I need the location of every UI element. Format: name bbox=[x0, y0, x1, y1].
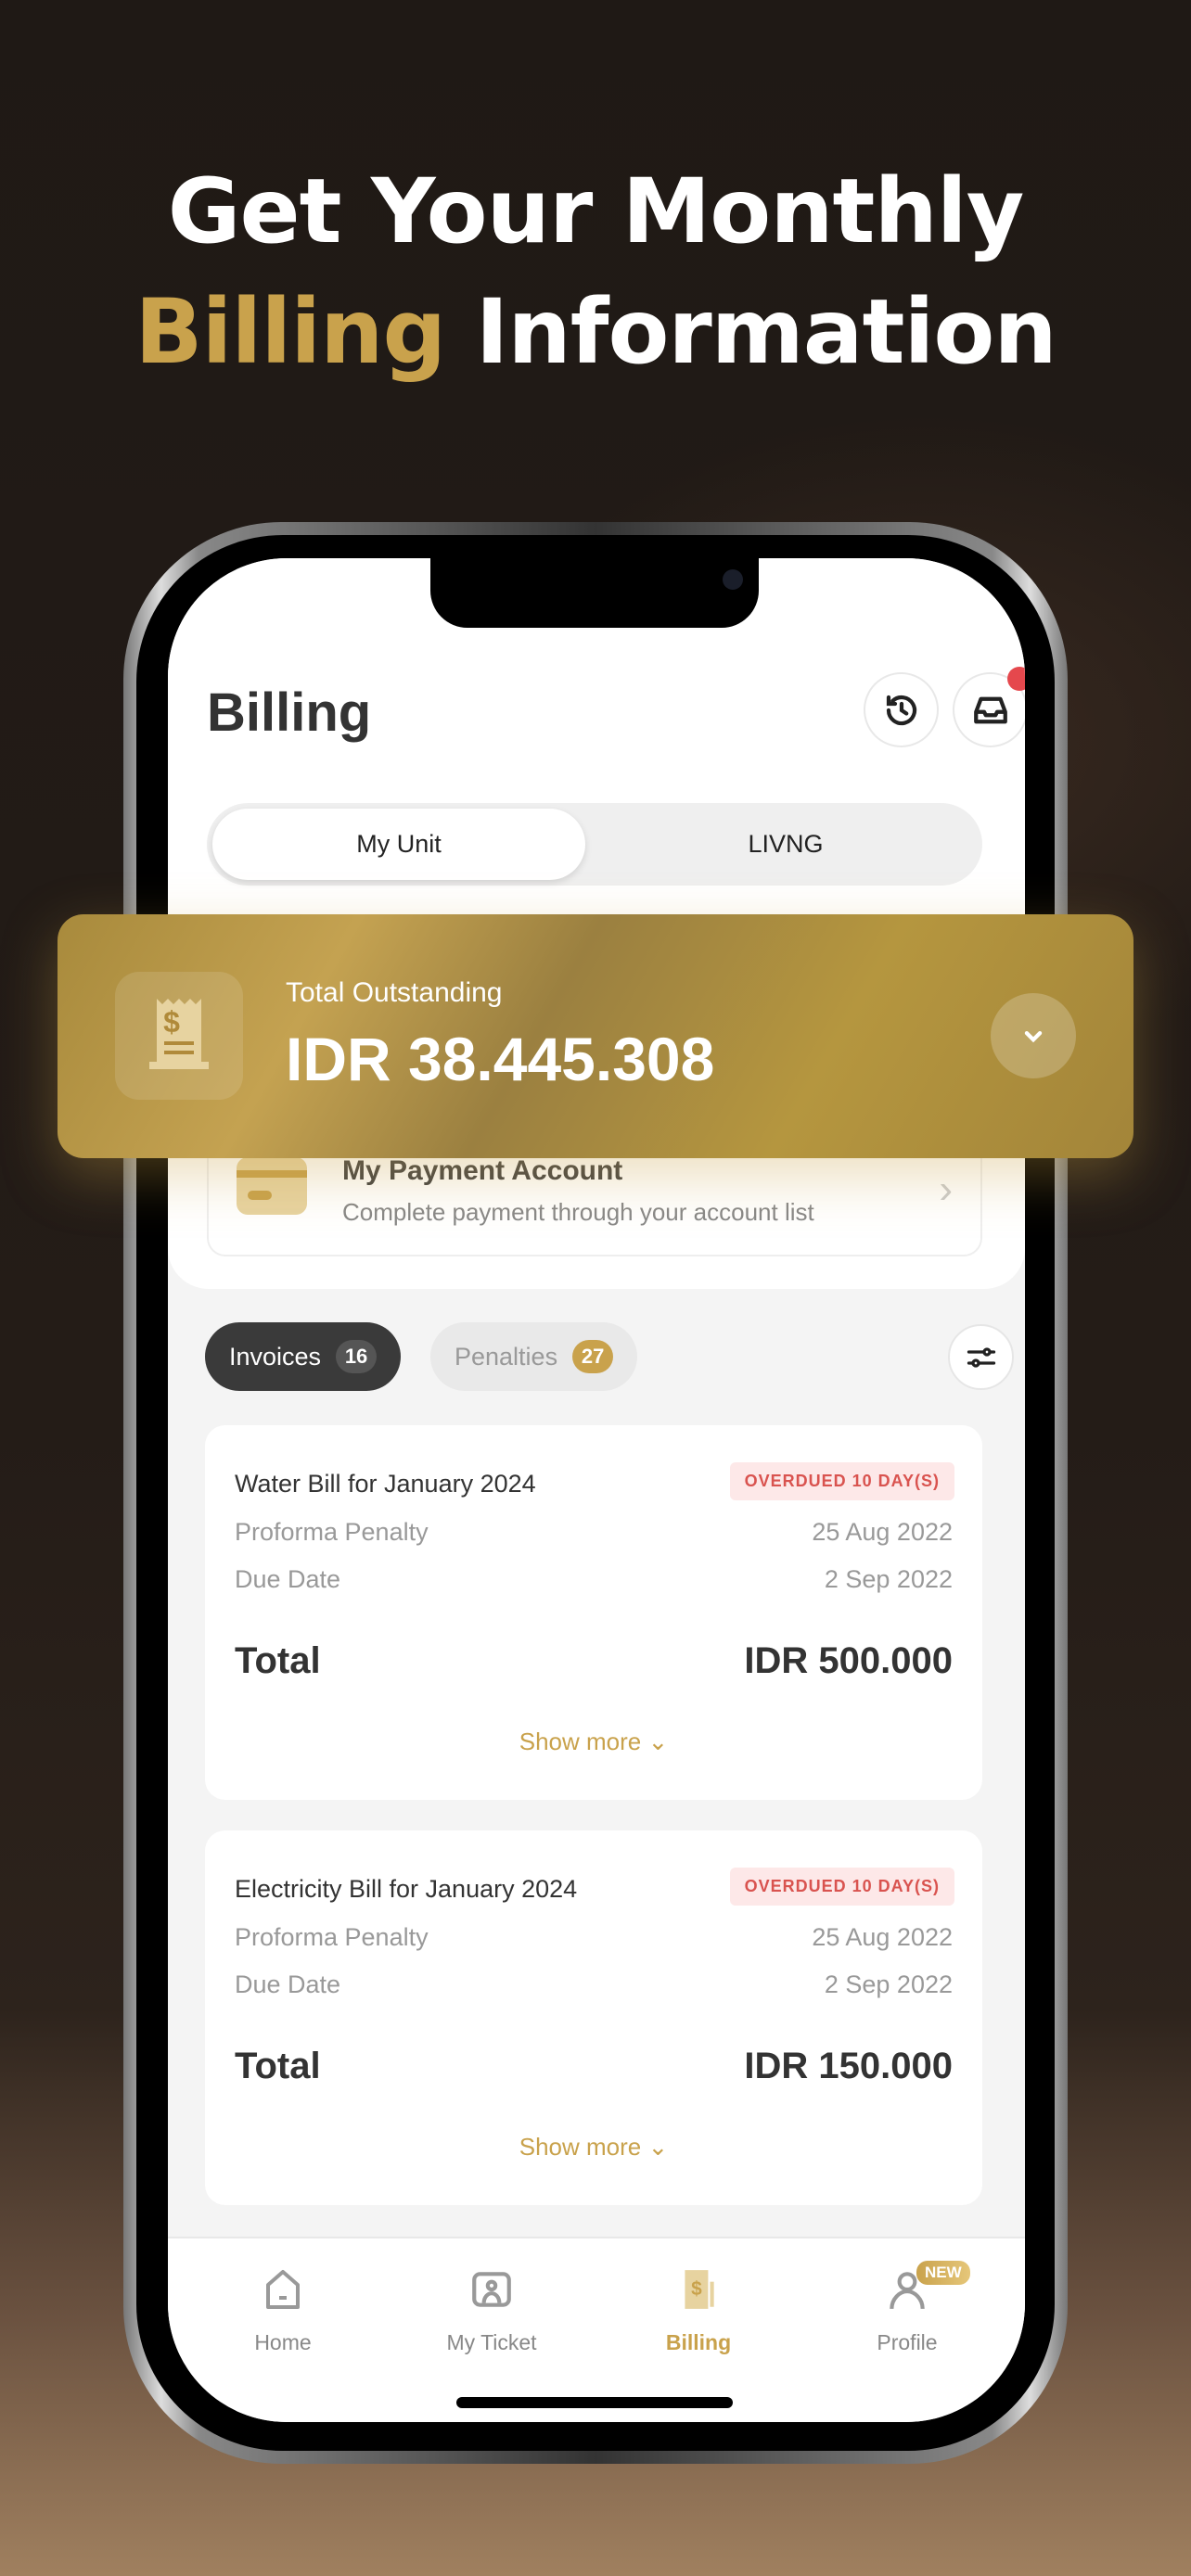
payment-account-subtitle: Complete payment through your account li… bbox=[342, 1198, 814, 1226]
ticket-icon bbox=[472, 2272, 511, 2307]
status-time: 10:00 bbox=[261, 595, 332, 626]
tab-label: Home bbox=[254, 2330, 312, 2354]
show-more-button[interactable]: Show more ⌄ bbox=[205, 1728, 982, 1756]
receipt-icon: $ bbox=[115, 972, 243, 1100]
chevron-right-icon: › bbox=[939, 1167, 953, 1212]
phone-screen: 10:00 Billing My Unit LIVNG My Payment A… bbox=[168, 558, 1025, 2422]
tab-livng[interactable]: LIVNG bbox=[595, 809, 977, 880]
billing-icon: $ bbox=[685, 2270, 714, 2309]
chip-label: Invoices bbox=[229, 1342, 322, 1371]
row-label: Due Date bbox=[235, 1565, 341, 1593]
total-label: Total bbox=[235, 2046, 321, 2086]
headline-accent: Billing bbox=[134, 280, 446, 384]
invoice-card[interactable]: Electricity Bill for January 2024 OVERDU… bbox=[205, 1830, 982, 2205]
bottom-tab-bar: Home My Ticket $ Billing NEW Profile bbox=[168, 2237, 1025, 2422]
total-label: Total bbox=[235, 1640, 321, 1681]
expand-button[interactable] bbox=[991, 993, 1076, 1078]
chevron-down-icon bbox=[1024, 1031, 1043, 1043]
tab-my-ticket[interactable]: My Ticket bbox=[399, 2266, 584, 2355]
tab-label: Profile bbox=[877, 2330, 938, 2354]
tab-label: My Ticket bbox=[446, 2330, 537, 2354]
total-amount: IDR 150.000 bbox=[744, 2046, 953, 2086]
inbox-button[interactable] bbox=[953, 667, 1025, 747]
chip-count: 27 bbox=[572, 1340, 614, 1373]
inbox-icon bbox=[973, 696, 1007, 723]
chip-label: Penalties bbox=[455, 1342, 558, 1371]
row-value: 25 Aug 2022 bbox=[812, 1923, 953, 1951]
outstanding-amount: IDR 38.445.308 bbox=[286, 1025, 715, 1093]
overdue-badge: OVERDUED 10 DAY(S) bbox=[729, 1868, 954, 1906]
unit-segmented-control: My Unit LIVNG bbox=[207, 803, 982, 886]
chip-penalties[interactable]: Penalties 27 bbox=[430, 1322, 638, 1391]
tab-home[interactable]: Home bbox=[190, 2266, 376, 2355]
chip-invoices[interactable]: Invoices 16 bbox=[205, 1322, 402, 1391]
payment-account-title: My Payment Account bbox=[342, 1155, 623, 1186]
chevron-down-icon: ⌄ bbox=[647, 2133, 669, 2161]
headline-line2: Billing Information bbox=[0, 280, 1191, 384]
svg-text:$: $ bbox=[691, 2278, 702, 2300]
chip-count: 16 bbox=[336, 1340, 378, 1373]
history-button[interactable] bbox=[864, 672, 939, 747]
outstanding-label: Total Outstanding bbox=[286, 977, 503, 1008]
tab-label: Billing bbox=[665, 2330, 732, 2354]
notch bbox=[430, 558, 759, 628]
card-icon bbox=[237, 1157, 307, 1215]
invoice-title: Electricity Bill for January 2024 bbox=[235, 1875, 578, 1903]
history-icon bbox=[886, 695, 916, 725]
headline-line1: Get Your Monthly bbox=[167, 159, 1025, 263]
total-amount: IDR 500.000 bbox=[744, 1640, 953, 1681]
row-label: Proforma Penalty bbox=[235, 1923, 429, 1951]
tab-profile[interactable]: NEW Profile bbox=[814, 2261, 1000, 2355]
total-outstanding-card[interactable]: $ Total Outstanding IDR 38.445.308 bbox=[58, 914, 1133, 1158]
tab-my-unit[interactable]: My Unit bbox=[212, 809, 585, 880]
overdue-badge: OVERDUED 10 DAY(S) bbox=[729, 1462, 954, 1500]
row-label: Proforma Penalty bbox=[235, 1518, 429, 1546]
svg-text:$: $ bbox=[163, 1005, 180, 1039]
show-more-label: Show more bbox=[519, 2133, 642, 2161]
chevron-down-icon: ⌄ bbox=[647, 1728, 669, 1755]
invoice-title: Water Bill for January 2024 bbox=[235, 1470, 536, 1498]
home-indicator bbox=[456, 2397, 733, 2408]
new-badge: NEW bbox=[916, 2261, 970, 2285]
row-value: 25 Aug 2022 bbox=[812, 1518, 953, 1546]
sliders-icon bbox=[967, 1346, 995, 1368]
headline-rest: Information bbox=[445, 280, 1057, 384]
filter-button[interactable] bbox=[948, 1324, 1014, 1390]
page-title: Billing bbox=[207, 682, 372, 743]
row-label: Due Date bbox=[235, 1970, 341, 1998]
tab-billing[interactable]: $ Billing bbox=[606, 2266, 791, 2355]
show-more-label: Show more bbox=[519, 1728, 642, 1755]
row-value: 2 Sep 2022 bbox=[824, 1970, 953, 1998]
notification-dot bbox=[1007, 667, 1025, 691]
home-icon bbox=[266, 2270, 300, 2309]
show-more-button[interactable]: Show more ⌄ bbox=[205, 2133, 982, 2162]
invoice-card[interactable]: Water Bill for January 2024 OVERDUED 10 … bbox=[205, 1425, 982, 1800]
row-value: 2 Sep 2022 bbox=[824, 1565, 953, 1593]
